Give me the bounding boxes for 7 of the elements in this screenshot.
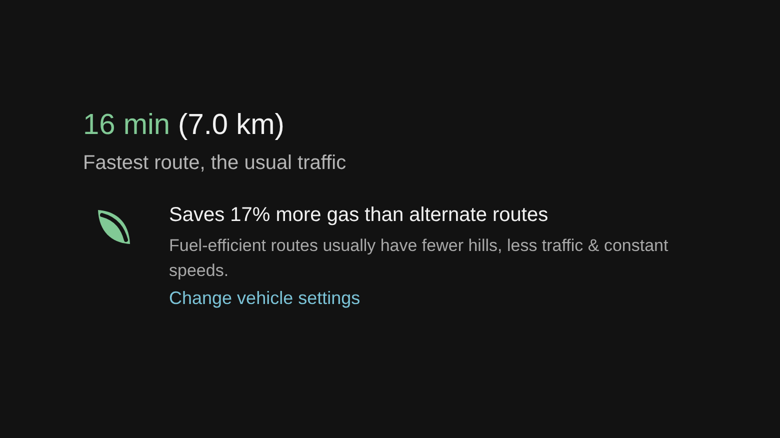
eco-heading: Saves 17% more gas than alternate routes [169,203,550,228]
route-duration: 16 min [83,108,170,143]
leaf-icon [95,207,133,247]
route-summary: Fastest route, the usual traffic [83,152,348,175]
eco-description: Fuel-efficient routes usually have fewer hills, less traffic & constant speeds. [169,235,670,282]
vehicle-settings-link[interactable]: Change vehicle settings [169,285,360,311]
route-distance: (7.0 km) [178,108,284,143]
